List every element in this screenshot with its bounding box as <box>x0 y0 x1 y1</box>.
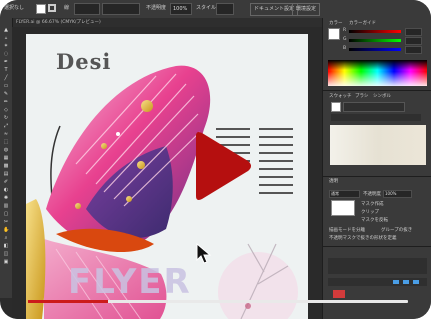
flyer-watermark: FLYER <box>68 262 192 302</box>
mesh-tool-icon[interactable]: ▩ <box>3 164 9 169</box>
opacity-label: 不透明度 <box>146 5 167 11</box>
swatch-row[interactable] <box>331 114 421 121</box>
swatches-tab[interactable]: スウォッチ <box>329 93 352 99</box>
right-panel-dock: カラー カラーガイド R G B スウォッチ ブラシ シンボル 透明 通常 不透… <box>322 18 431 319</box>
fill-swatch[interactable] <box>36 4 46 14</box>
eraser-icon[interactable]: ◇ <box>3 108 9 113</box>
video-progress-fill <box>28 300 108 303</box>
green-slider[interactable] <box>349 39 401 42</box>
red-channel-label: R <box>343 28 347 33</box>
color-spectrum[interactable] <box>328 60 427 86</box>
type-tool-icon[interactable]: T <box>3 68 9 73</box>
red-value-field[interactable] <box>405 28 422 36</box>
stroke-label: 線 <box>64 5 70 11</box>
opacity-mask-checkbox[interactable]: 不透明マスクで抜きの形状を定義 <box>329 235 397 241</box>
panel-icon-3[interactable] <box>413 280 419 284</box>
layers-panel[interactable] <box>328 258 427 274</box>
hand-tool-icon[interactable]: ✋ <box>3 228 9 233</box>
red-slider[interactable] <box>349 30 401 33</box>
opacity-field[interactable]: 100% <box>170 3 192 15</box>
transparency-opacity-field[interactable]: 100% <box>383 190 412 198</box>
panel-icon-2[interactable] <box>403 280 409 284</box>
direct-selection-tool-icon[interactable]: ▵ <box>3 36 9 41</box>
panel-icon-red[interactable] <box>333 290 345 298</box>
play-icon[interactable] <box>190 130 254 202</box>
video-progress-bar[interactable] <box>28 300 408 303</box>
free-transform-icon[interactable]: ⬚ <box>3 140 9 145</box>
line-tool-icon[interactable]: ╱ <box>3 76 9 81</box>
control-bar: 選択なし 線 不透明度 100% スタイル ドキュメント設定 環境設定 <box>0 0 431 19</box>
document-tab[interactable]: FLYER.ai @ 66.67% (CMYK/プレビュー) <box>16 19 101 25</box>
drawing-modes-icon[interactable]: ◫ <box>3 252 9 257</box>
canvas-area[interactable]: Desi FLYER <box>12 27 322 319</box>
stroke-weight-field[interactable] <box>74 3 100 15</box>
selection-tool-icon[interactable]: ▲ <box>3 28 9 33</box>
selection-status: 選択なし <box>4 5 25 11</box>
color-panel-tab[interactable]: カラー <box>329 20 343 26</box>
style-select[interactable] <box>216 3 234 15</box>
zoom-tool-icon[interactable]: ⌕ <box>3 236 9 241</box>
artboard-tool-icon[interactable]: ▢ <box>3 212 9 217</box>
preferences-button[interactable]: 環境設定 <box>292 3 321 16</box>
blue-value-field[interactable] <box>405 46 422 54</box>
document-tab-bar: FLYER.ai @ 66.67% (CMYK/プレビュー) <box>12 18 322 27</box>
variable-width-select[interactable] <box>102 3 140 15</box>
rotate-tool-icon[interactable]: ↻ <box>3 116 9 121</box>
blend-tool-icon[interactable]: ◐ <box>3 188 9 193</box>
scale-tool-icon[interactable]: ⤢ <box>3 124 9 129</box>
brushes-tab[interactable]: ブラシ <box>355 93 368 99</box>
blue-slider[interactable] <box>349 48 401 51</box>
color-guide-tab[interactable]: カラーガイド <box>349 20 376 26</box>
transparency-title: 透明 <box>329 179 338 184</box>
panel-icon-1[interactable] <box>393 280 399 284</box>
green-value-field[interactable] <box>405 37 422 45</box>
panel-fill-swatch[interactable] <box>328 28 340 40</box>
blue-channel-label: B <box>343 46 347 51</box>
magic-wand-icon[interactable]: ✶ <box>3 44 9 49</box>
document-setup-button[interactable]: ドキュメント設定 <box>250 3 299 16</box>
blend-mode-select[interactable]: 通常 <box>329 190 360 198</box>
symbols-tab[interactable]: シンボル <box>373 93 391 99</box>
artboard[interactable]: Desi FLYER <box>26 34 308 319</box>
layer-thumbnail <box>331 200 355 216</box>
eyedropper-icon[interactable]: ✐ <box>3 180 9 185</box>
slice-tool-icon[interactable]: ✂ <box>3 220 9 225</box>
clip-checkbox[interactable]: クリップ <box>361 209 379 215</box>
fill-stroke-icon[interactable]: ◧ <box>3 244 9 249</box>
style-label: スタイル <box>196 5 217 11</box>
swatch-gradient-preview[interactable] <box>330 125 426 165</box>
make-mask-button[interactable]: マスク作成 <box>361 201 384 207</box>
symbol-sprayer-icon[interactable]: ✺ <box>3 196 9 201</box>
perspective-grid-icon[interactable]: ▦ <box>3 156 9 161</box>
app-window: 選択なし 線 不透明度 100% スタイル ドキュメント設定 環境設定 FLYE… <box>0 0 431 319</box>
swatch-library-strip[interactable] <box>343 102 405 112</box>
mouse-cursor-icon <box>196 243 212 264</box>
shape-builder-icon[interactable]: ◍ <box>3 148 9 153</box>
pen-tool-icon[interactable]: ✒ <box>3 60 9 65</box>
screen-mode-icon[interactable]: ▣ <box>3 260 9 265</box>
isolate-blending-checkbox[interactable]: 描画モードを分離 <box>329 227 365 233</box>
swatch-none[interactable] <box>331 102 341 112</box>
rectangle-tool-icon[interactable]: ▭ <box>3 84 9 89</box>
transparency-opacity-label: 不透明度 <box>363 192 381 197</box>
knockout-group-checkbox[interactable]: グループの抜き <box>381 227 412 233</box>
paintbrush-icon[interactable]: ✎ <box>3 92 9 97</box>
invert-mask-checkbox[interactable]: マスクを反転 <box>361 217 388 223</box>
green-channel-label: G <box>343 37 347 42</box>
width-tool-icon[interactable]: ≈ <box>3 132 9 137</box>
gradient-tool-icon[interactable]: ▤ <box>3 172 9 177</box>
stroke-swatch[interactable] <box>48 4 56 12</box>
pencil-icon[interactable]: ✏ <box>3 100 9 105</box>
column-graph-icon[interactable]: ▥ <box>3 204 9 209</box>
lasso-icon[interactable]: ◌ <box>3 52 9 57</box>
